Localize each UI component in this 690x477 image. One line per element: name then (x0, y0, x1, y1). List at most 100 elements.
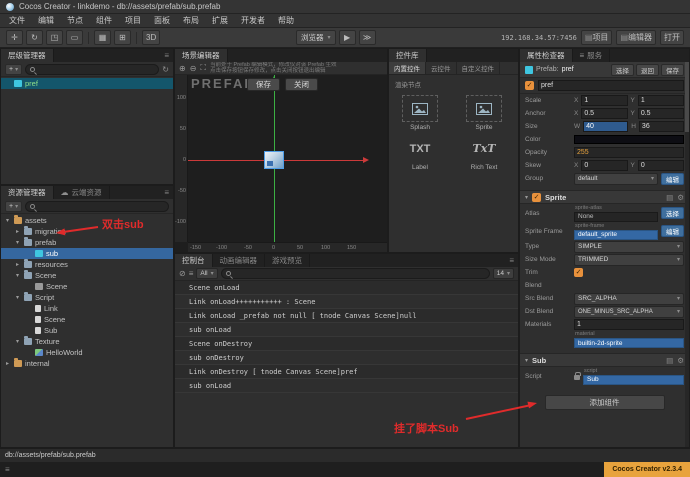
open-project-folder-button[interactable]: ▤ 项目 (580, 30, 613, 45)
atlas-value[interactable]: None (574, 211, 658, 222)
asset-item-texture-folder[interactable]: ▾ Texture (1, 336, 173, 347)
size-w-input[interactable]: 40 (583, 121, 629, 132)
caret-icon[interactable]: ▾ (14, 294, 21, 301)
asset-item-helloworld[interactable]: HelloWorld (1, 347, 173, 358)
tab-hierarchy[interactable]: 层级管理器 (1, 49, 54, 62)
node-name-input[interactable]: pref (538, 80, 684, 91)
panel-menu-icon[interactable]: ≡ (164, 49, 173, 62)
asset-item-sub[interactable]: sub (1, 248, 173, 259)
console-toggle-icon[interactable]: ≡ (5, 465, 10, 474)
group-dropdown[interactable]: default ▾ (574, 172, 658, 185)
move-tool-button[interactable]: ✛ (6, 30, 23, 45)
skew-x-input[interactable]: 0 (581, 160, 628, 171)
trim-checkbox[interactable] (574, 268, 583, 277)
scale-x-input[interactable]: 1 (581, 95, 628, 106)
console-search-input[interactable] (233, 270, 485, 277)
log-line[interactable]: sub onLoad (175, 323, 518, 337)
console-search[interactable] (220, 268, 490, 279)
prefab-revert-button[interactable]: 退回 (636, 63, 659, 76)
tab-console[interactable]: 控制台 (175, 254, 213, 267)
component-gear-icon[interactable]: ⚙ (677, 356, 684, 365)
panel-menu-icon[interactable]: ≡ (509, 254, 518, 267)
add-component-button[interactable]: 添加组件 (544, 395, 665, 410)
anchor-y-input[interactable]: 0.5 (637, 108, 684, 119)
open-button[interactable]: 打开 (660, 30, 684, 45)
caret-icon[interactable]: ▸ (14, 228, 21, 235)
log-line[interactable]: sub onDestroy (175, 351, 518, 365)
component-gear-icon[interactable]: ⚙ (677, 193, 684, 202)
script-value[interactable]: Sub (583, 374, 684, 385)
selected-sprite-node[interactable] (264, 151, 284, 169)
step-button[interactable]: ≫ (358, 30, 376, 45)
menu-item-node[interactable]: 节点 (67, 15, 83, 26)
hierarchy-node-pref[interactable]: pref (1, 78, 173, 89)
caret-icon[interactable]: ▾ (4, 217, 11, 224)
caret-icon[interactable]: ▾ (14, 239, 21, 246)
size-mode-dropdown[interactable]: TRIMMED ▾ (574, 253, 684, 266)
create-node-button[interactable]: + ▾ (5, 63, 23, 75)
widget-splash[interactable]: Splash (395, 95, 445, 131)
collapse-caret-icon[interactable]: ▾ (525, 357, 528, 364)
tab-builtin-widgets[interactable]: 内置控件 (389, 62, 426, 74)
preview-target-dropdown[interactable]: 浏览器 ▾ (296, 30, 336, 45)
log-line[interactable]: sub onLoad (175, 379, 518, 393)
menu-item-developer[interactable]: 开发者 (241, 15, 265, 26)
menu-item-extension[interactable]: 扩展 (212, 15, 228, 26)
material-value[interactable]: builtin-2d-sprite (574, 338, 684, 348)
menu-item-layout[interactable]: 布局 (183, 15, 199, 26)
prefab-close-button[interactable]: 关闭 (285, 78, 318, 91)
asset-item-sub-script[interactable]: Sub (1, 325, 173, 336)
log-filter-dropdown[interactable]: All ▾ (196, 268, 218, 279)
inspector-scrollbar[interactable] (685, 62, 689, 447)
node-active-checkbox[interactable] (525, 81, 534, 90)
tab-inspector[interactable]: 属性检查器 (520, 49, 573, 62)
menu-item-file[interactable]: 文件 (9, 15, 25, 26)
sprite-component-header[interactable]: ▾ Sprite ▤ ⚙ (520, 190, 689, 204)
log-line[interactable]: Scene onLoad (175, 281, 518, 295)
hierarchy-search-input[interactable] (38, 65, 155, 73)
log-line[interactable]: Scene onDestroy (175, 337, 518, 351)
prefab-save-button[interactable]: 保存 (247, 78, 280, 91)
scene-canvas[interactable]: PREFAB 保存 关闭 100 50 0 -50 -100 -150 -100… (175, 75, 387, 252)
skew-y-input[interactable]: 0 (637, 160, 684, 171)
hierarchy-search[interactable] (25, 63, 160, 75)
tab-custom-widgets[interactable]: 自定义控件 (457, 62, 500, 74)
tab-services[interactable]: ≡ 服务 (573, 49, 611, 62)
tab-assets[interactable]: 资源管理器 (1, 186, 54, 199)
grid-toggle-button[interactable]: ▦ (94, 30, 111, 45)
prefab-save-button[interactable]: 保存 (661, 63, 684, 76)
font-size-dropdown[interactable]: 14 ▾ (492, 268, 514, 279)
anchor-x-input[interactable]: 0.5 (581, 108, 628, 119)
caret-icon[interactable]: ▾ (14, 272, 21, 279)
menu-item-project[interactable]: 项目 (125, 15, 141, 26)
caret-icon[interactable]: ▸ (4, 360, 11, 367)
atlas-select-button[interactable]: 选择 (661, 207, 684, 219)
tab-cloud-widgets[interactable]: 云控件 (426, 62, 457, 74)
asset-item-resources[interactable]: ▸ resources (1, 259, 173, 270)
zoom-out-icon[interactable]: ⊖ (190, 64, 197, 73)
dst-blend-dropdown[interactable]: ONE_MINUS_SRC_ALPHA ▾ (574, 305, 684, 318)
group-edit-button[interactable]: 编辑 (661, 172, 684, 185)
widget-sprite[interactable]: Sprite (459, 95, 509, 131)
materials-count-input[interactable]: 1 (574, 319, 684, 330)
tab-widget-library[interactable]: 控件库 (389, 49, 427, 62)
clear-log-icon[interactable]: ⊘ (179, 269, 186, 278)
scale-y-input[interactable]: 1 (637, 95, 684, 106)
refresh-icon[interactable]: ↻ (162, 65, 169, 74)
color-swatch[interactable] (574, 135, 684, 144)
material-field[interactable]: material builtin-2d-sprite (574, 331, 684, 348)
caret-icon[interactable]: ▸ (14, 261, 21, 268)
menu-item-edit[interactable]: 编辑 (38, 15, 54, 26)
sub-component-header[interactable]: ▾ Sub ▤ ⚙ (520, 353, 689, 367)
sprite-frame-value[interactable]: default_sprite (574, 229, 658, 240)
open-editor-log-button[interactable]: ▤ 编辑器 (616, 30, 656, 45)
asset-item-scene-folder[interactable]: ▾ Scene (1, 270, 173, 281)
create-asset-button[interactable]: + ▾ (5, 200, 23, 212)
component-help-icon[interactable]: ▤ (666, 356, 673, 365)
menu-item-help[interactable]: 帮助 (278, 15, 294, 26)
rect-tool-button[interactable]: ▭ (66, 30, 83, 45)
menu-item-component[interactable]: 组件 (96, 15, 112, 26)
script-field[interactable]: script Sub (583, 368, 684, 385)
asset-item-script-folder[interactable]: ▾ Script (1, 292, 173, 303)
asset-item-assets[interactable]: ▾ assets (1, 215, 173, 226)
